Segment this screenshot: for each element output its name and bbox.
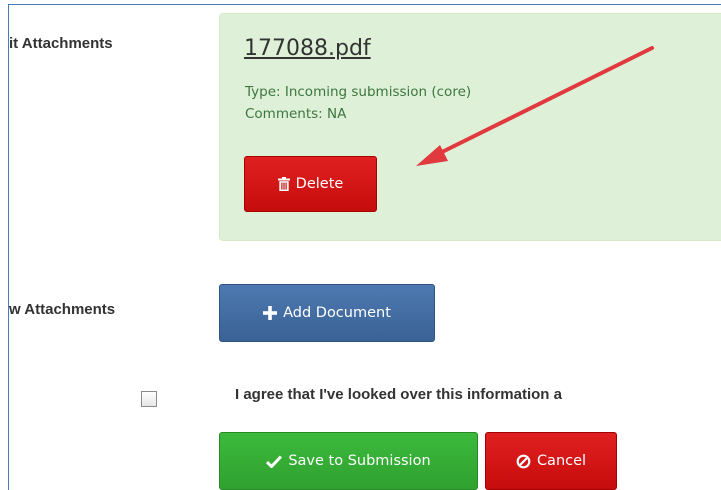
plus-icon xyxy=(263,306,278,320)
trash-icon xyxy=(277,177,290,191)
attachment-type: Type: Incoming submission (core) xyxy=(245,84,472,100)
ban-icon xyxy=(516,454,531,469)
attachment-file-link[interactable]: 177088.pdf xyxy=(244,36,371,61)
current-attachments-label: it Attachments xyxy=(9,35,113,52)
add-document-button[interactable]: Add Document xyxy=(219,284,435,342)
agree-text: I agree that I've looked over this infor… xyxy=(235,386,562,403)
check-icon xyxy=(266,454,283,468)
attachment-comments: Comments: NA xyxy=(245,106,347,122)
cancel-button-label: Cancel xyxy=(536,453,587,469)
form-frame: it Attachments 177088.pdf Type: Incoming… xyxy=(8,4,721,490)
new-attachments-label: w Attachments xyxy=(9,301,116,318)
delete-button[interactable]: Delete xyxy=(244,156,377,212)
save-button-label: Save to Submission xyxy=(288,453,431,469)
save-button[interactable]: Save to Submission xyxy=(219,432,478,490)
delete-button-label: Delete xyxy=(295,176,344,192)
add-document-label: Add Document xyxy=(283,305,391,321)
attachment-panel: 177088.pdf Type: Incoming submission (co… xyxy=(219,13,721,241)
cancel-button[interactable]: Cancel xyxy=(485,432,617,490)
agree-checkbox[interactable] xyxy=(141,391,157,407)
